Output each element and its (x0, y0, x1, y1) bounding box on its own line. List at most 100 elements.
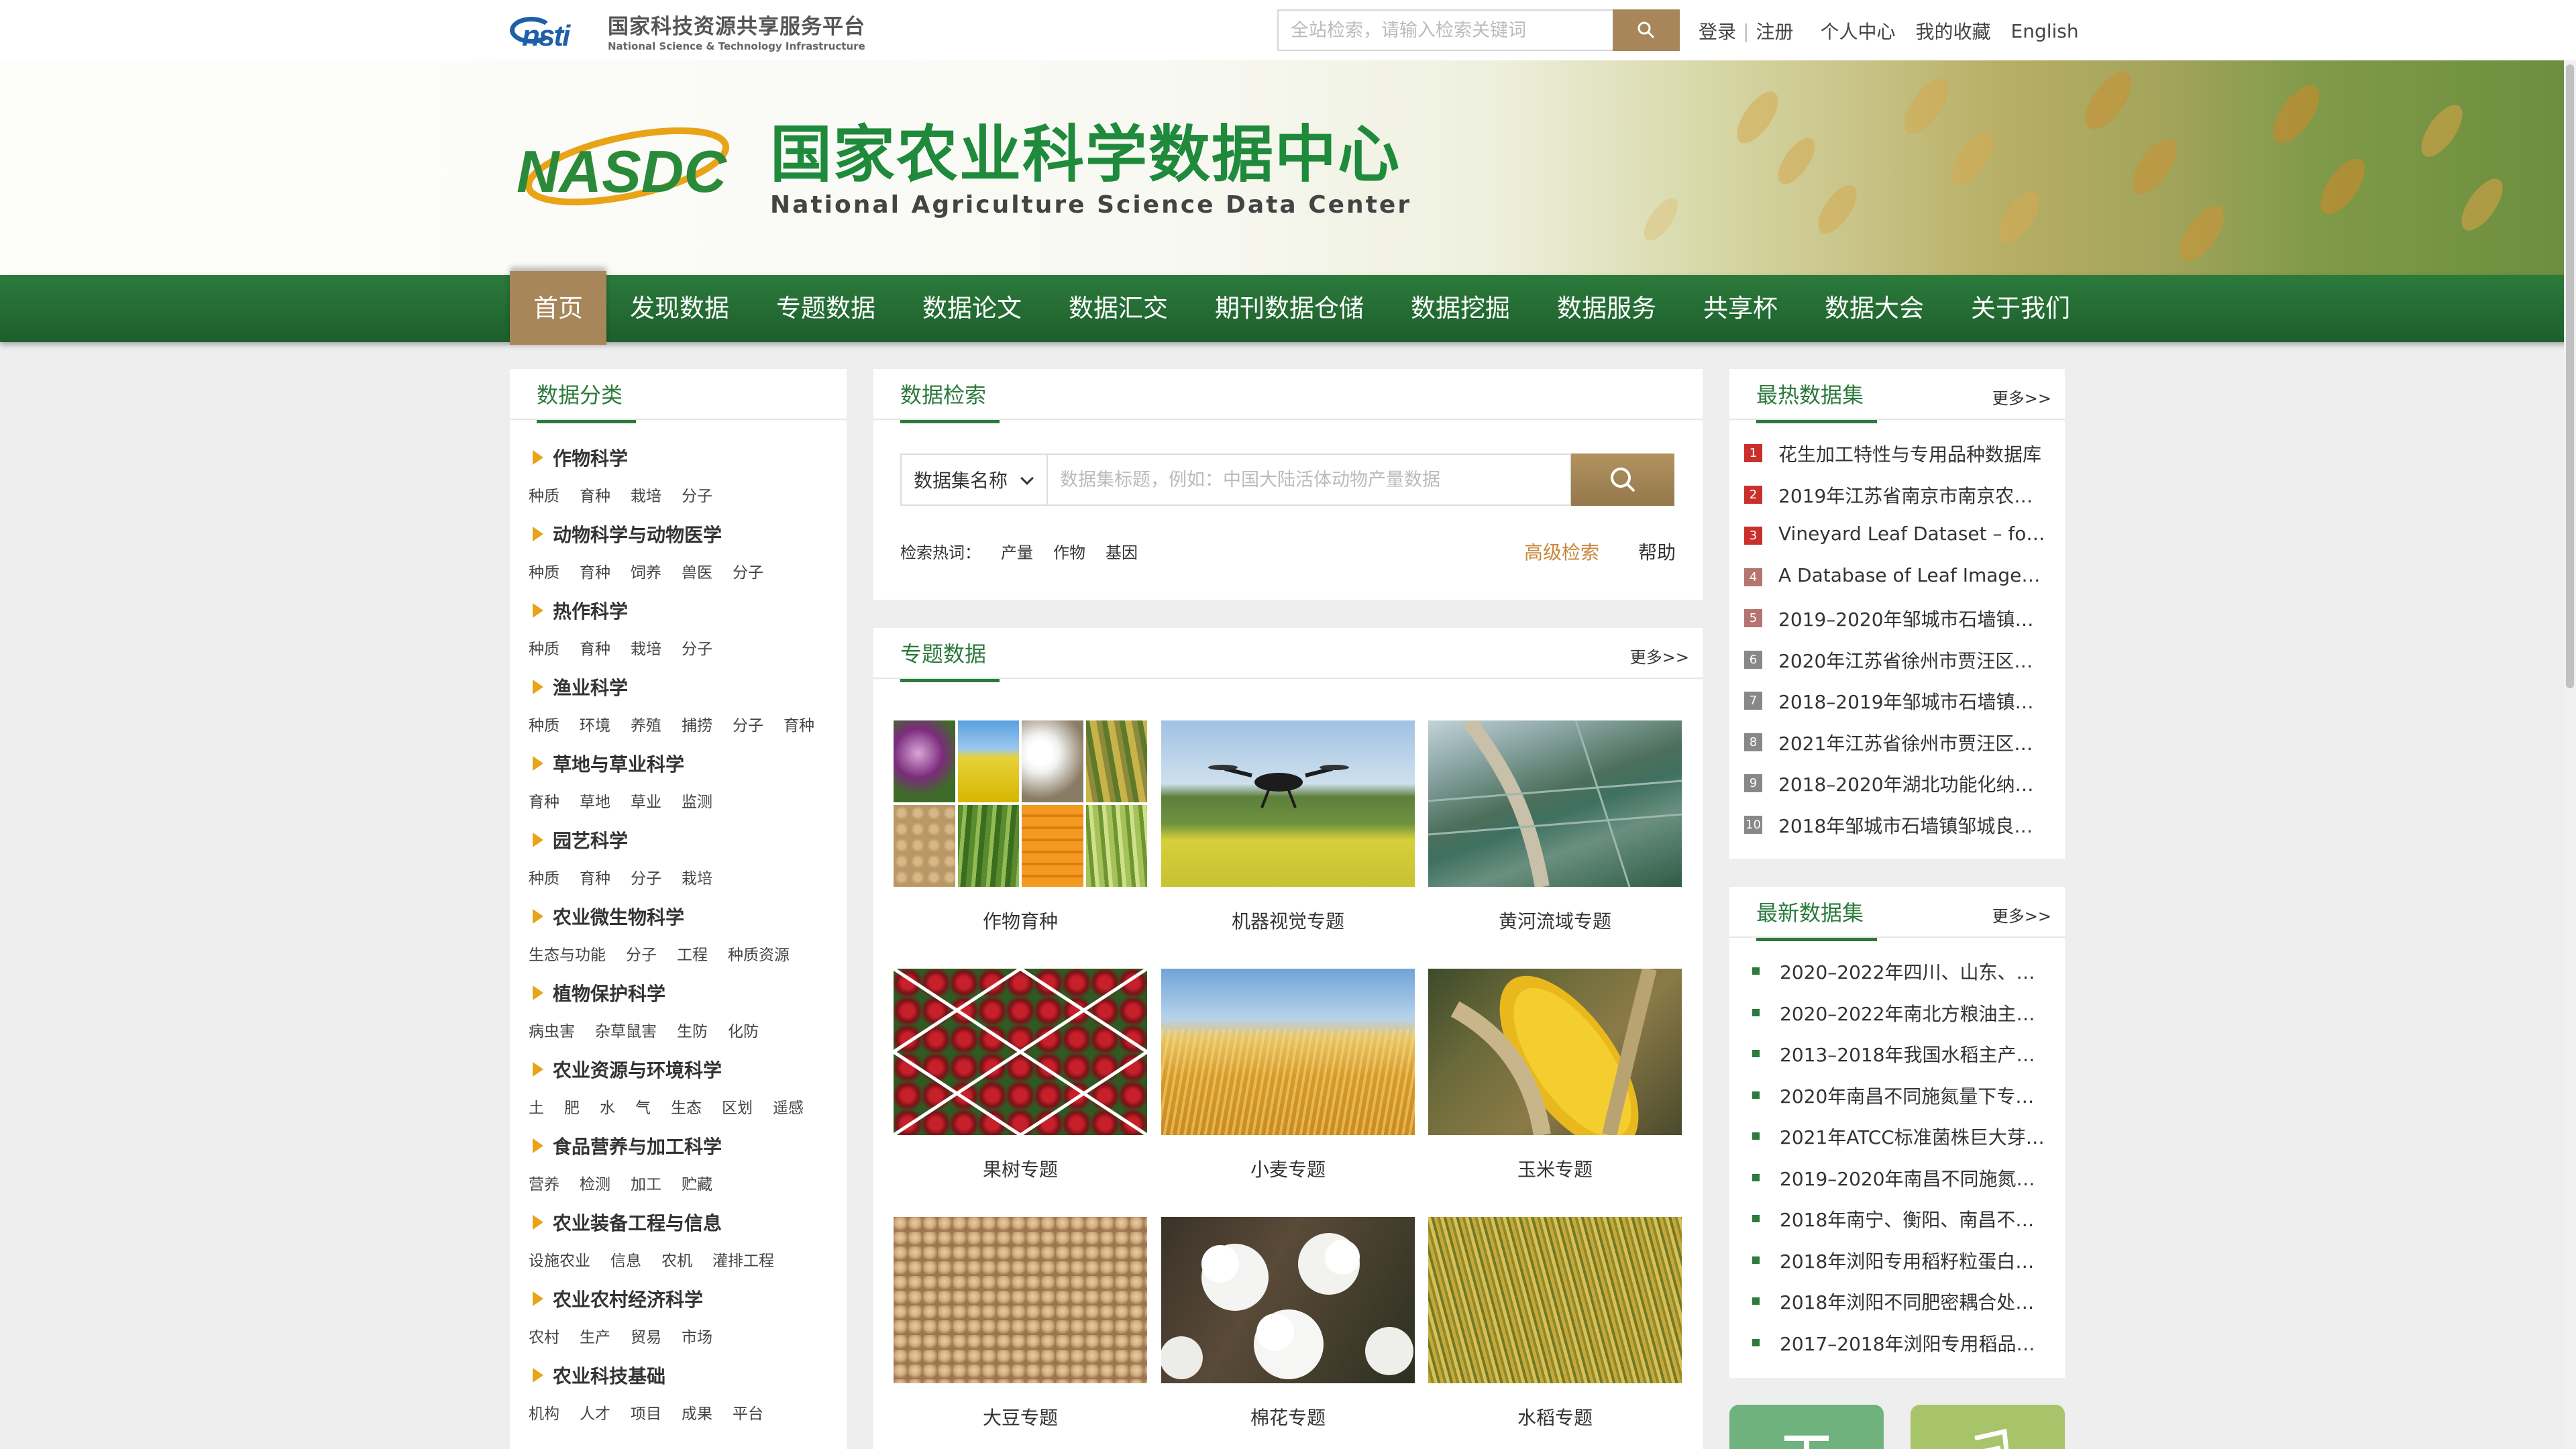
subcategory-link[interactable]: 栽培 (631, 483, 661, 506)
new-dataset-item[interactable]: 2020–2022年南北方粮油主产… (1744, 1000, 2065, 1041)
new-dataset-item[interactable]: 2018年浏阳专用稻籽粒蛋白质… (1744, 1247, 2065, 1289)
hot-keyword[interactable]: 产量 (1001, 539, 1033, 563)
subcategory-link[interactable]: 肥 (564, 1095, 580, 1118)
nav-item[interactable]: 专题数据 (753, 275, 899, 342)
subcategory-link[interactable]: 育种 (580, 865, 610, 888)
hot-dataset-item[interactable]: 4 A Database of Leaf Images: … (1744, 564, 2065, 606)
topic-card[interactable]: 小麦专题 (1161, 969, 1415, 1182)
hot-dataset-item[interactable]: 1 花生加工特性与专用品种数据库 (1744, 440, 2065, 482)
subcategory-link[interactable]: 分子 (733, 559, 763, 582)
subcategory-link[interactable]: 贸易 (631, 1324, 661, 1347)
subcategory-link[interactable]: 环境 (580, 712, 610, 735)
new-dataset-item[interactable]: 2018年南宁、衡阳、南昌不同… (1744, 1205, 2065, 1247)
new-dataset-item[interactable]: 2017–2018年浏阳专用稻品种… (1744, 1330, 2065, 1371)
subcategory-link[interactable]: 信息 (610, 1248, 641, 1271)
subcategory-link[interactable]: 饲养 (631, 559, 661, 582)
topic-card[interactable]: 作物育种 (894, 720, 1147, 934)
new-dataset-item[interactable]: 2018年浏阳不同肥密耦合处理… (1744, 1288, 2065, 1330)
advanced-search-link[interactable]: 高级检索 (1524, 538, 1599, 565)
subcategory-link[interactable]: 种质 (529, 865, 559, 888)
new-dataset-item[interactable]: 2013–2018年我国水稻主产区… (1744, 1040, 2065, 1082)
subcategory-link[interactable]: 生态与功能 (529, 942, 606, 965)
newest-more-link[interactable]: 更多>> (1992, 903, 2051, 926)
subcategory-link[interactable]: 监测 (682, 789, 712, 812)
personal-center-link[interactable]: 个人中心 (1820, 17, 1895, 44)
nasdc-logo[interactable]: NASDC (510, 125, 738, 212)
hot-dataset-item[interactable]: 5 2019–2020年邹城市石墙镇邹… (1744, 605, 2065, 647)
quick-link-tile[interactable] (1911, 1405, 2065, 1449)
hot-keyword[interactable]: 基因 (1106, 539, 1138, 563)
subcategory-link[interactable]: 兽医 (682, 559, 712, 582)
subcategory-link[interactable]: 检测 (580, 1171, 610, 1194)
subcategory-link[interactable]: 遥感 (773, 1095, 804, 1118)
subcategory-link[interactable]: 草地 (580, 789, 610, 812)
subcategory-link[interactable]: 项目 (631, 1401, 661, 1424)
subcategory-link[interactable]: 分子 (682, 483, 712, 506)
subcategory-link[interactable]: 市场 (682, 1324, 712, 1347)
category-name[interactable]: 农业资源与环境科学 (529, 1051, 847, 1088)
subcategory-link[interactable]: 机构 (529, 1401, 559, 1424)
topics-more-link[interactable]: 更多>> (1630, 644, 1689, 667)
new-dataset-item[interactable]: 2019–2020年南昌不同施氮量… (1744, 1165, 2065, 1206)
category-name[interactable]: 食品营养与加工科学 (529, 1127, 847, 1165)
subcategory-link[interactable]: 种质资源 (728, 942, 790, 965)
category-name[interactable]: 渔业科学 (529, 668, 847, 706)
dataset-search-button[interactable] (1571, 453, 1674, 506)
hot-dataset-item[interactable]: 3 Vineyard Leaf Dataset – for … (1744, 523, 2065, 564)
topic-card[interactable]: 果树专题 (894, 969, 1147, 1182)
hot-dataset-item[interactable]: 8 2021年江苏省徐州市贾汪区泉… (1744, 729, 2065, 771)
subcategory-link[interactable]: 育种 (580, 483, 610, 506)
hot-dataset-item[interactable]: 9 2018–2020年湖北功能化纳米… (1744, 770, 2065, 812)
nav-item[interactable]: 数据服务 (1534, 275, 1680, 342)
subcategory-link[interactable]: 营养 (529, 1171, 559, 1194)
subcategory-link[interactable]: 灌排工程 (712, 1248, 774, 1271)
subcategory-link[interactable]: 栽培 (682, 865, 712, 888)
category-name[interactable]: 农业装备工程与信息 (529, 1203, 847, 1241)
page-scrollbar[interactable] (2564, 60, 2576, 1449)
subcategory-link[interactable]: 分子 (733, 712, 763, 735)
help-link[interactable]: 帮助 (1638, 538, 1676, 565)
nav-item[interactable]: 数据挖掘 (1387, 275, 1534, 342)
topic-card[interactable]: 棉花专题 (1161, 1217, 1415, 1430)
subcategory-link[interactable]: 分子 (682, 636, 712, 659)
hot-dataset-item[interactable]: 10 2018年邹城市石墙镇邹城良种… (1744, 812, 2065, 853)
nav-item[interactable]: 关于我们 (1947, 275, 2094, 342)
category-name[interactable]: 农业微生物科学 (529, 898, 847, 935)
subcategory-link[interactable]: 土 (529, 1095, 544, 1118)
topic-card[interactable]: 机器视觉专题 (1161, 720, 1415, 934)
subcategory-link[interactable]: 化防 (728, 1018, 759, 1041)
topic-card[interactable]: 水稻专题 (1428, 1217, 1682, 1430)
subcategory-link[interactable]: 生态 (671, 1095, 702, 1118)
category-name[interactable]: 热作科学 (529, 592, 847, 629)
site-search-input[interactable] (1277, 9, 1613, 51)
nav-item[interactable]: 期刊数据仓储 (1191, 275, 1387, 342)
new-dataset-item[interactable]: 2021年ATCC标准菌株巨大芽… (1744, 1123, 2065, 1165)
subcategory-link[interactable]: 种质 (529, 483, 559, 506)
topic-card[interactable]: 玉米专题 (1428, 969, 1682, 1182)
search-field-select[interactable]: 数据集名称 (900, 453, 1048, 506)
nav-item[interactable]: 数据汇交 (1045, 275, 1191, 342)
subcategory-link[interactable]: 育种 (580, 559, 610, 582)
topic-card[interactable]: 黄河流域专题 (1428, 720, 1682, 934)
subcategory-link[interactable]: 生产 (580, 1324, 610, 1347)
subcategory-link[interactable]: 加工 (631, 1171, 661, 1194)
subcategory-link[interactable]: 水 (600, 1095, 615, 1118)
login-link[interactable]: 登录 (1699, 17, 1736, 44)
subcategory-link[interactable]: 育种 (580, 636, 610, 659)
new-dataset-item[interactable]: 2020年南昌不同施氮量下专用… (1744, 1082, 2065, 1124)
subcategory-link[interactable]: 育种 (529, 789, 559, 812)
nav-item[interactable]: 数据大会 (1801, 275, 1947, 342)
subcategory-link[interactable]: 草业 (631, 789, 661, 812)
subcategory-link[interactable]: 种质 (529, 559, 559, 582)
subcategory-link[interactable]: 生防 (677, 1018, 708, 1041)
dataset-search-input[interactable] (1048, 453, 1571, 506)
subcategory-link[interactable]: 设施农业 (529, 1248, 590, 1271)
category-name[interactable]: 农业科技基础 (529, 1356, 847, 1394)
category-name[interactable]: 农业农村经济科学 (529, 1280, 847, 1318)
subcategory-link[interactable]: 农村 (529, 1324, 559, 1347)
subcategory-link[interactable]: 成果 (682, 1401, 712, 1424)
hot-dataset-item[interactable]: 6 2020年江苏省徐州市贾汪区泉… (1744, 647, 2065, 688)
hot-keyword[interactable]: 作物 (1053, 539, 1085, 563)
subcategory-link[interactable]: 人才 (580, 1401, 610, 1424)
category-name[interactable]: 作物科学 (529, 439, 847, 476)
